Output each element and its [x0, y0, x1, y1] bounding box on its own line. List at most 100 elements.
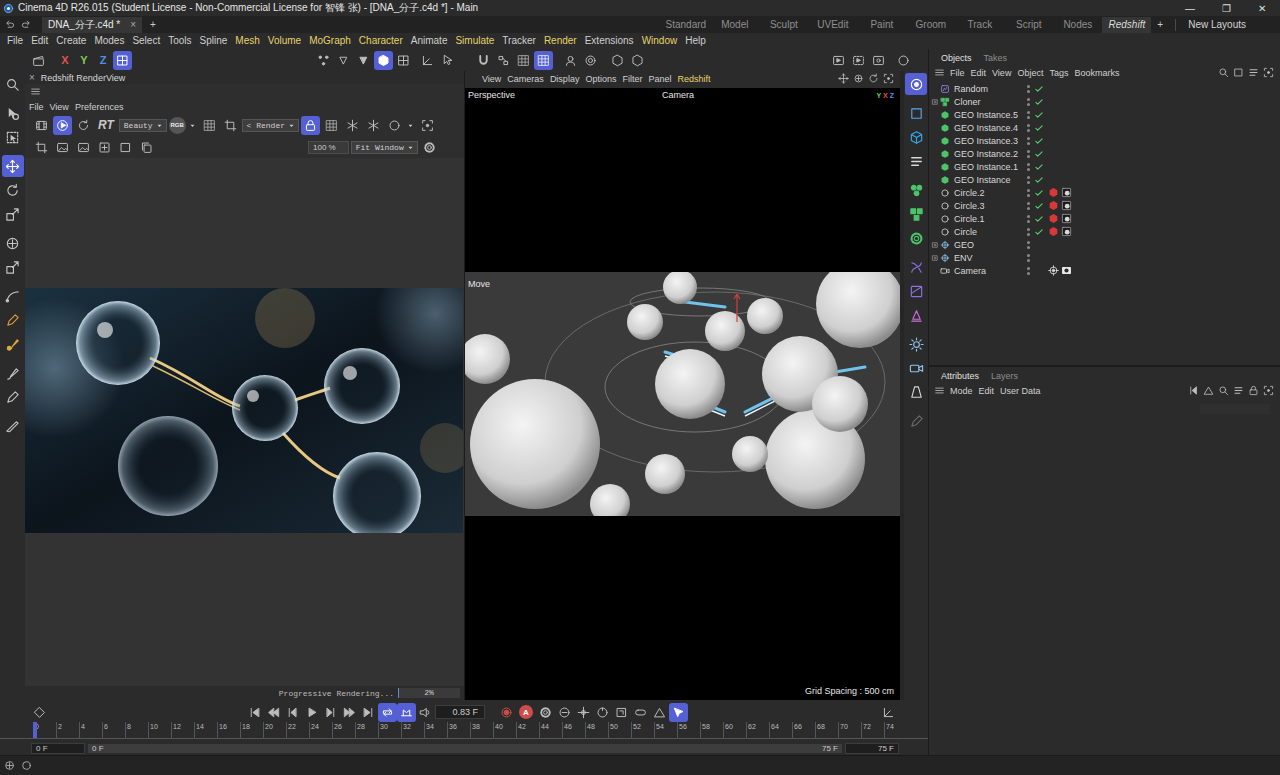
- menu-item[interactable]: Redshift: [674, 72, 713, 86]
- renderview-button[interactable]: [385, 116, 404, 135]
- visibility-dots[interactable]: [1022, 228, 1034, 236]
- menu-item[interactable]: Cameras: [504, 72, 547, 86]
- panel-menu-button[interactable]: [932, 65, 947, 80]
- dropdown[interactable]: < Render: [242, 119, 299, 132]
- toolbar-button[interactable]: [394, 51, 413, 70]
- toolbar-button[interactable]: [534, 51, 553, 70]
- visibility-dots[interactable]: [1022, 163, 1034, 171]
- menu-item[interactable]: File: [947, 66, 968, 80]
- curve-editor-button[interactable]: [879, 703, 898, 722]
- visibility-dots[interactable]: [1022, 215, 1034, 223]
- maximize-button[interactable]: [881, 71, 896, 86]
- redo-button[interactable]: [19, 17, 34, 32]
- pan-button[interactable]: [836, 71, 851, 86]
- key-option-button[interactable]: [574, 703, 593, 722]
- dropdown[interactable]: Beauty: [119, 119, 167, 132]
- renderview-button[interactable]: [74, 116, 93, 135]
- status-button[interactable]: [2, 758, 17, 773]
- toolbar-button[interactable]: [894, 51, 913, 70]
- menu-item[interactable]: Object: [1014, 66, 1046, 80]
- filter-button[interactable]: [1231, 383, 1246, 398]
- dropdown-arrow[interactable]: [406, 121, 416, 130]
- layout-tab[interactable]: Model: [710, 17, 759, 33]
- menu-item[interactable]: Help: [681, 34, 710, 48]
- start-frame-field[interactable]: 0 F: [31, 743, 85, 754]
- object-row[interactable]: GEO Instance.4: [929, 121, 1280, 134]
- object-row[interactable]: Camera: [929, 264, 1280, 277]
- menu-item[interactable]: Mesh: [231, 34, 263, 48]
- visibility-dots[interactable]: [1022, 85, 1034, 93]
- layout-tab[interactable]: Script: [1004, 17, 1053, 33]
- renderview-button[interactable]: [364, 116, 383, 135]
- visibility-dots[interactable]: [1022, 176, 1034, 184]
- window-control-button[interactable]: ✕: [1244, 0, 1280, 16]
- tool-button[interactable]: [2, 362, 24, 384]
- renderview-button[interactable]: [116, 138, 135, 157]
- toolbar-button[interactable]: [374, 51, 393, 70]
- menu-item[interactable]: Volume: [264, 34, 305, 48]
- renderview-button[interactable]: [74, 138, 93, 157]
- create-object-button[interactable]: [905, 102, 927, 124]
- back-button[interactable]: [1186, 383, 1201, 398]
- toolbar-button[interactable]: [314, 51, 333, 70]
- create-object-button[interactable]: [905, 357, 927, 379]
- object-row[interactable]: ENV: [929, 251, 1280, 264]
- object-row[interactable]: GEO Instance.1: [929, 160, 1280, 173]
- tool-button[interactable]: [2, 126, 24, 148]
- toolbar-button[interactable]: [29, 51, 48, 70]
- up-button[interactable]: [1201, 383, 1216, 398]
- dropdown-arrow[interactable]: [188, 121, 198, 130]
- object-row[interactable]: Cloner: [929, 95, 1280, 108]
- renderview-button[interactable]: [221, 116, 240, 135]
- menu-item[interactable]: Spline: [196, 34, 232, 48]
- tool-button[interactable]: [2, 285, 24, 307]
- camera-label[interactable]: Camera: [662, 90, 694, 100]
- transport-button[interactable]: [359, 703, 378, 722]
- toolbar-button[interactable]: [608, 51, 627, 70]
- zoom-button[interactable]: [851, 71, 866, 86]
- object-row[interactable]: Random: [929, 82, 1280, 95]
- tool-button[interactable]: [2, 203, 24, 225]
- document-tab[interactable]: DNA_分子.c4d * ×: [42, 17, 142, 33]
- menu-item[interactable]: User Data: [997, 384, 1044, 398]
- menu-item[interactable]: Edit: [976, 384, 998, 398]
- create-object-button[interactable]: [905, 280, 927, 302]
- layout-tab[interactable]: Groom: [906, 17, 955, 33]
- new-window-button[interactable]: [1261, 383, 1276, 398]
- toolbar-button[interactable]: [581, 51, 600, 70]
- menu-item[interactable]: Animate: [407, 34, 452, 48]
- object-row[interactable]: GEO Instance.3: [929, 134, 1280, 147]
- window-control-button[interactable]: —: [1172, 0, 1208, 16]
- menu-item[interactable]: Panel: [645, 72, 674, 86]
- key-option-button[interactable]: [593, 703, 612, 722]
- menu-item[interactable]: Select: [128, 34, 164, 48]
- playhead[interactable]: [33, 722, 37, 738]
- menu-item[interactable]: Tracker: [498, 34, 540, 48]
- tool-button[interactable]: [2, 73, 24, 95]
- create-object-button[interactable]: [905, 333, 927, 355]
- menu-item[interactable]: File: [3, 34, 27, 48]
- frame-ruler[interactable]: 0246810121416182022242628303234363840424…: [0, 722, 928, 739]
- tool-button[interactable]: [2, 256, 24, 278]
- menu-item[interactable]: View: [47, 100, 72, 114]
- toolbar-button[interactable]: [474, 51, 493, 70]
- toolbar-button[interactable]: [354, 51, 373, 70]
- tool-button[interactable]: [2, 386, 24, 408]
- axis-lock-button[interactable]: X: [56, 51, 74, 70]
- menu-item[interactable]: Display: [547, 72, 583, 86]
- menu-item[interactable]: Options: [582, 72, 619, 86]
- menu-item[interactable]: Extensions: [581, 34, 638, 48]
- orbit-button[interactable]: [866, 71, 881, 86]
- menu-item[interactable]: View: [989, 66, 1014, 80]
- panel-tab[interactable]: Takes: [978, 53, 1014, 63]
- home-button[interactable]: [1231, 65, 1246, 80]
- tool-button[interactable]: [2, 333, 24, 355]
- key-option-button[interactable]: [631, 703, 650, 722]
- menu-item[interactable]: Modes: [90, 34, 128, 48]
- status-button[interactable]: [19, 758, 34, 773]
- key-option-button[interactable]: [669, 703, 688, 722]
- visibility-dots[interactable]: [1022, 111, 1034, 119]
- renderview-button[interactable]: [420, 138, 439, 157]
- layout-tab[interactable]: Sculpt: [759, 17, 808, 33]
- transport-button[interactable]: [264, 703, 283, 722]
